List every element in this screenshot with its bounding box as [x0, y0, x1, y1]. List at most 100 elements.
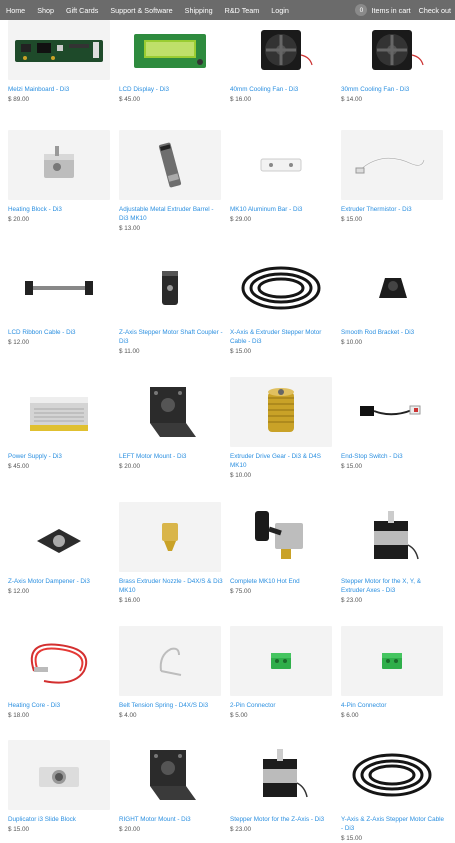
product-title-link[interactable]: Complete MK10 Hot End — [230, 578, 334, 587]
product-title-link[interactable]: 4-Pin Connector — [341, 702, 445, 711]
nav-home-link[interactable]: Home — [6, 6, 25, 15]
product-card[interactable]: Power Supply - Di3 $ 45.00 — [8, 377, 112, 472]
product-title-link[interactable]: MK10 Aluminum Bar - Di3 — [230, 206, 334, 215]
product-card[interactable]: Smooth Rod Bracket - Di3 $ 10.00 — [341, 253, 445, 348]
product-price: $ 10.00 — [341, 338, 363, 346]
product-title-link[interactable]: LCD Display - Di3 — [119, 86, 223, 95]
product-title-link[interactable]: Melzi Mainboard - Di3 — [8, 86, 112, 95]
nav-login-link[interactable]: Login — [271, 6, 289, 15]
brass-nozzle-image[interactable] — [119, 502, 221, 572]
drive-gear-image[interactable] — [230, 377, 332, 447]
nav-rd-team-link[interactable]: R&D Team — [225, 6, 260, 15]
product-title-link[interactable]: LEFT Motor Mount - Di3 — [119, 453, 223, 462]
ribbon-cable-image[interactable] — [8, 253, 110, 323]
product-price: $ 4.00 — [119, 711, 137, 719]
product-title-link[interactable]: Heating Core - Di3 — [8, 702, 112, 711]
lcd-display-image[interactable] — [119, 20, 221, 80]
product-title-link[interactable]: 2-Pin Connector — [230, 702, 334, 711]
nav-shipping-link[interactable]: Shipping — [185, 6, 213, 15]
product-title-link[interactable]: Adjustable Metal Extruder Barrel - Di3 M… — [119, 206, 223, 224]
product-title-link[interactable]: Belt Tension Spring - D4X/S Di3 — [119, 702, 223, 711]
cooling-fan-image[interactable] — [230, 20, 332, 80]
product-title-link[interactable]: Stepper Motor for the X, Y, & Extruder A… — [341, 578, 445, 596]
product-title-link[interactable]: Stepper Motor for the Z-Axis - Di3 — [230, 816, 334, 825]
product-price: $ 10.00 — [230, 471, 252, 479]
product-card[interactable]: Melzi Mainboard - Di3 $ 89.00 — [8, 20, 112, 105]
product-card[interactable]: Extruder Drive Gear - Di3 & D4S MK10 $ 10… — [230, 377, 334, 480]
thermistor-image[interactable] — [341, 130, 443, 200]
product-card[interactable]: RIGHT Motor Mount - Di3 $ 20.00 — [119, 740, 223, 835]
cooling-fan-image[interactable] — [341, 20, 443, 80]
endstop-switch-image[interactable] — [341, 377, 443, 447]
tension-spring-image[interactable] — [119, 626, 221, 696]
nav-gift-cards-link[interactable]: Gift Cards — [66, 6, 98, 15]
product-title-link[interactable]: RIGHT Motor Mount - Di3 — [119, 816, 223, 825]
product-title-link[interactable]: Extruder Drive Gear - Di3 & D4S MK10 — [230, 453, 334, 471]
cart-count-badge[interactable]: 0 — [355, 4, 368, 16]
nav-shop-link[interactable]: Shop — [37, 6, 54, 15]
motor-mount-image[interactable] — [119, 740, 221, 810]
mainboard-image[interactable] — [8, 20, 110, 80]
extruder-barrel-image[interactable] — [119, 130, 221, 200]
product-title-link[interactable]: 40mm Cooling Fan - Di3 — [230, 86, 334, 95]
hot-end-image[interactable] — [230, 502, 332, 572]
product-title-link[interactable]: Extruder Thermistor - Di3 — [341, 206, 445, 215]
product-card[interactable]: Heating Core - Di3 $ 18.00 — [8, 626, 112, 721]
product-card[interactable]: MK10 Aluminum Bar - Di3 $ 29.00 — [230, 130, 334, 225]
product-card[interactable]: X-Axis & Extruder Stepper Motor Cable - … — [230, 253, 334, 356]
cart-items-link[interactable]: Items in cart — [371, 6, 410, 15]
product-title-link[interactable]: Smooth Rod Bracket - Di3 — [341, 329, 445, 338]
product-card[interactable]: Extruder Thermistor - Di3 $ 15.00 — [341, 130, 445, 225]
product-price: $ 15.00 — [341, 215, 363, 223]
product-card[interactable]: LEFT Motor Mount - Di3 $ 20.00 — [119, 377, 223, 472]
shaft-coupler-image[interactable] — [119, 253, 221, 323]
product-card[interactable]: 4-Pin Connector $ 6.00 — [341, 626, 445, 721]
product-card[interactable]: Duplicator i3 Slide Block $ 15.00 — [8, 740, 112, 835]
product-card[interactable]: 2-Pin Connector $ 5.00 — [230, 626, 334, 721]
product-card[interactable]: End-Stop Switch - Di3 $ 15.00 — [341, 377, 445, 472]
checkout-link[interactable]: Check out — [419, 6, 451, 15]
product-title-link[interactable]: Y-Axis & Z-Axis Stepper Motor Cable - Di… — [341, 816, 445, 834]
product-card[interactable]: LCD Display - Di3 $ 45.00 — [119, 20, 223, 105]
motor-mount-image[interactable] — [119, 377, 221, 447]
product-title-link[interactable]: Z-Axis Motor Dampener - Di3 — [8, 578, 112, 587]
product-title-link[interactable]: Heating Block - Di3 — [8, 206, 112, 215]
connector-image[interactable] — [230, 626, 332, 696]
product-card[interactable]: Complete MK10 Hot End $ 75.00 — [230, 502, 334, 597]
product-card[interactable]: LCD Ribbon Cable - Di3 $ 12.00 — [8, 253, 112, 348]
product-card[interactable]: 40mm Cooling Fan - Di3 $ 16.00 — [230, 20, 334, 105]
product-price: $ 15.00 — [8, 825, 30, 833]
product-card[interactable]: Stepper Motor for the X, Y, & Extruder A… — [341, 502, 445, 605]
rod-bracket-image[interactable] — [341, 253, 443, 323]
heating-block-image[interactable] — [8, 130, 110, 200]
product-title-link[interactable]: X-Axis & Extruder Stepper Motor Cable - … — [230, 329, 334, 347]
product-card[interactable]: 30mm Cooling Fan - Di3 $ 14.00 — [341, 20, 445, 105]
product-card[interactable]: Belt Tension Spring - D4X/S Di3 $ 4.00 — [119, 626, 223, 721]
product-card[interactable]: Z-Axis Stepper Motor Shaft Coupler - Di3… — [119, 253, 223, 356]
motor-dampener-image[interactable] — [8, 502, 110, 572]
product-card[interactable]: Heating Block - Di3 $ 20.00 — [8, 130, 112, 225]
product-card[interactable]: Y-Axis & Z-Axis Stepper Motor Cable - Di… — [341, 740, 445, 843]
product-title-link[interactable]: 30mm Cooling Fan - Di3 — [341, 86, 445, 95]
nav-support-software-link[interactable]: Support & Software — [110, 6, 172, 15]
product-title-link[interactable]: End-Stop Switch - Di3 — [341, 453, 445, 462]
product-card[interactable]: Stepper Motor for the Z-Axis - Di3 $ 23.0… — [230, 740, 334, 835]
product-card[interactable]: Brass Extruder Nozzle - D4X/S & Di3 MK10… — [119, 502, 223, 605]
product-card[interactable]: Adjustable Metal Extruder Barrel - Di3 M… — [119, 130, 223, 233]
product-title-link[interactable]: LCD Ribbon Cable - Di3 — [8, 329, 112, 338]
product-card[interactable]: Z-Axis Motor Dampener - Di3 $ 12.00 — [8, 502, 112, 597]
product-title-link[interactable]: Brass Extruder Nozzle - D4X/S & Di3 MK10 — [119, 578, 223, 596]
product-title-link[interactable]: Z-Axis Stepper Motor Shaft Coupler - Di3 — [119, 329, 223, 347]
stepper-motor-image[interactable] — [341, 502, 443, 572]
motor-cable-image[interactable] — [341, 740, 443, 810]
slide-block-image[interactable] — [8, 740, 110, 810]
heating-core-image[interactable] — [8, 626, 110, 696]
power-supply-image[interactable] — [8, 377, 110, 447]
product-title-link[interactable]: Power Supply - Di3 — [8, 453, 112, 462]
product-price: $ 20.00 — [119, 462, 141, 470]
stepper-motor-image[interactable] — [230, 740, 332, 810]
aluminum-bar-image[interactable] — [230, 130, 332, 200]
connector-image[interactable] — [341, 626, 443, 696]
product-title-link[interactable]: Duplicator i3 Slide Block — [8, 816, 112, 825]
motor-cable-image[interactable] — [230, 253, 332, 323]
